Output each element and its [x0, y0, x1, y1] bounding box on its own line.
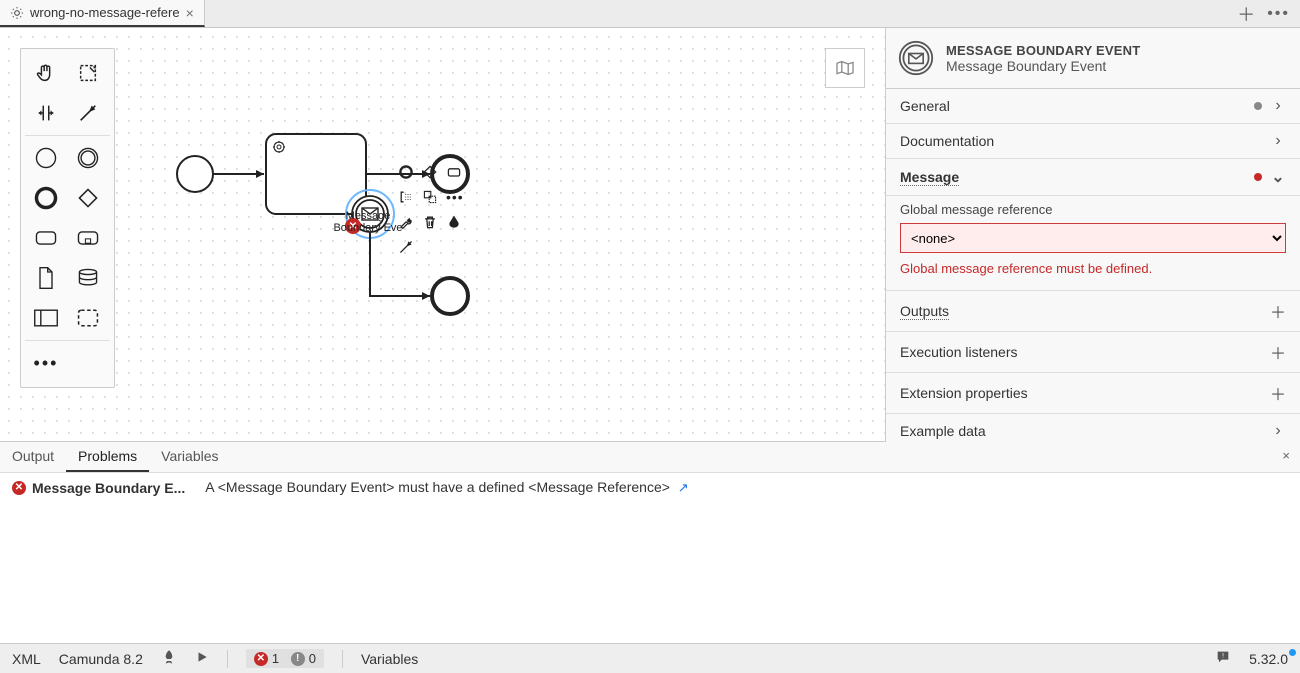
end-event-2[interactable] — [432, 278, 468, 314]
group-outputs-label: Outputs — [900, 303, 949, 320]
close-tab-icon[interactable]: × — [186, 5, 194, 21]
group-ext-label: Extension properties — [900, 385, 1270, 401]
ctx-annotation-icon[interactable] — [398, 189, 414, 210]
chevron-down-icon: ⌄ — [1270, 167, 1286, 187]
group-example-label: Example data — [900, 423, 1270, 439]
bottom-tabs: Output Problems Variables × — [0, 442, 1300, 473]
svg-text:!: ! — [1222, 653, 1224, 660]
tab-output[interactable]: Output — [0, 442, 66, 472]
new-tab-icon[interactable]: ＋ — [1237, 1, 1255, 27]
props-element-name: Message Boundary Event — [946, 58, 1140, 74]
props-type-label: MESSAGE BOUNDARY EVENT — [946, 43, 1140, 58]
status-bar: XML Camunda 8.2 ✕ 1 ! 0 Variables ! 5.32.0 — [0, 643, 1300, 673]
group-documentation[interactable]: Documentation › — [886, 124, 1300, 159]
more-icon[interactable]: ••• — [1267, 5, 1290, 23]
message-ref-label: Global message reference — [900, 202, 1286, 217]
problem-element-name: Message Boundary E... — [32, 480, 185, 496]
message-event-icon — [898, 40, 934, 76]
context-pad: ••• — [398, 164, 464, 260]
chevron-right-icon: › — [1270, 422, 1286, 440]
gear-icon — [10, 6, 24, 20]
status-engine[interactable]: Camunda 8.2 — [59, 651, 143, 667]
boundary-event-label: MessageBoundary Eve — [328, 210, 408, 234]
rocket-icon[interactable] — [161, 649, 177, 668]
message-ref-error: Global message reference must be defined… — [900, 261, 1286, 276]
ctx-task-icon[interactable] — [446, 164, 462, 185]
ctx-more-icon[interactable]: ••• — [446, 189, 464, 210]
problem-row[interactable]: ✕ Message Boundary E... — [12, 480, 185, 496]
file-tab[interactable]: wrong-no-message-refere × — [0, 0, 205, 27]
ctx-gateway-icon[interactable] — [422, 164, 438, 185]
chevron-right-icon: › — [1270, 132, 1286, 150]
group-example-data[interactable]: Example data › — [886, 414, 1300, 442]
plus-icon[interactable]: ＋ — [1270, 340, 1286, 364]
problems-list: ✕ Message Boundary E... A <Message Bound… — [0, 473, 1300, 502]
status-version[interactable]: 5.32.0 — [1249, 651, 1288, 667]
ctx-replace-icon[interactable] — [422, 189, 438, 210]
external-link-icon[interactable]: ↗ — [678, 480, 689, 495]
status-variables[interactable]: Variables — [361, 651, 418, 667]
plus-icon[interactable]: ＋ — [1270, 299, 1286, 323]
status-xml[interactable]: XML — [12, 651, 41, 667]
tab-variables[interactable]: Variables — [149, 442, 230, 472]
ctx-wrench-icon[interactable] — [398, 214, 414, 235]
group-exec-label: Execution listeners — [900, 344, 1270, 360]
props-header: MESSAGE BOUNDARY EVENT Message Boundary … — [886, 28, 1300, 89]
properties-panel: MESSAGE BOUNDARY EVENT Message Boundary … — [885, 28, 1300, 442]
plus-icon[interactable]: ＋ — [1270, 381, 1286, 405]
play-icon[interactable] — [195, 650, 209, 667]
message-ref-select[interactable]: <none> — [900, 223, 1286, 253]
group-general[interactable]: General › — [886, 89, 1300, 124]
ctx-color-icon[interactable] — [446, 214, 462, 235]
ctx-connect-icon[interactable] — [398, 239, 414, 260]
edited-dot-icon — [1254, 102, 1262, 110]
diagram-canvas[interactable]: ••• ✕ — [0, 28, 885, 442]
error-icon: ✕ — [12, 481, 26, 495]
feedback-icon[interactable]: ! — [1215, 649, 1231, 668]
error-icon: ✕ — [254, 652, 268, 666]
bottom-panel: Output Problems Variables × ✕ Message Bo… — [0, 442, 1300, 662]
status-problems[interactable]: ✕ 1 ! 0 — [246, 649, 324, 668]
group-message-label: Message — [900, 169, 959, 186]
start-event[interactable] — [177, 156, 213, 192]
group-message[interactable]: Message ⌄ — [886, 159, 1300, 196]
group-extension-properties[interactable]: Extension properties ＋ — [886, 373, 1300, 414]
ctx-event-icon[interactable] — [398, 164, 414, 185]
group-general-label: General — [900, 98, 1254, 114]
problem-description: A <Message Boundary Event> must have a d… — [205, 479, 670, 495]
status-warning-count: 0 — [309, 651, 316, 666]
status-error-count: 1 — [272, 651, 279, 666]
group-documentation-label: Documentation — [900, 133, 1270, 149]
close-panel-icon[interactable]: × — [1272, 442, 1300, 472]
tab-problems[interactable]: Problems — [66, 442, 149, 472]
chevron-right-icon: › — [1270, 97, 1286, 115]
error-dot-icon — [1254, 173, 1262, 181]
tab-bar: wrong-no-message-refere × ＋ ••• — [0, 0, 1300, 28]
warning-icon: ! — [291, 652, 305, 666]
file-tab-title: wrong-no-message-refere — [30, 5, 180, 20]
group-execution-listeners[interactable]: Execution listeners ＋ — [886, 332, 1300, 373]
group-outputs[interactable]: Outputs ＋ — [886, 291, 1300, 332]
ctx-delete-icon[interactable] — [422, 214, 438, 235]
